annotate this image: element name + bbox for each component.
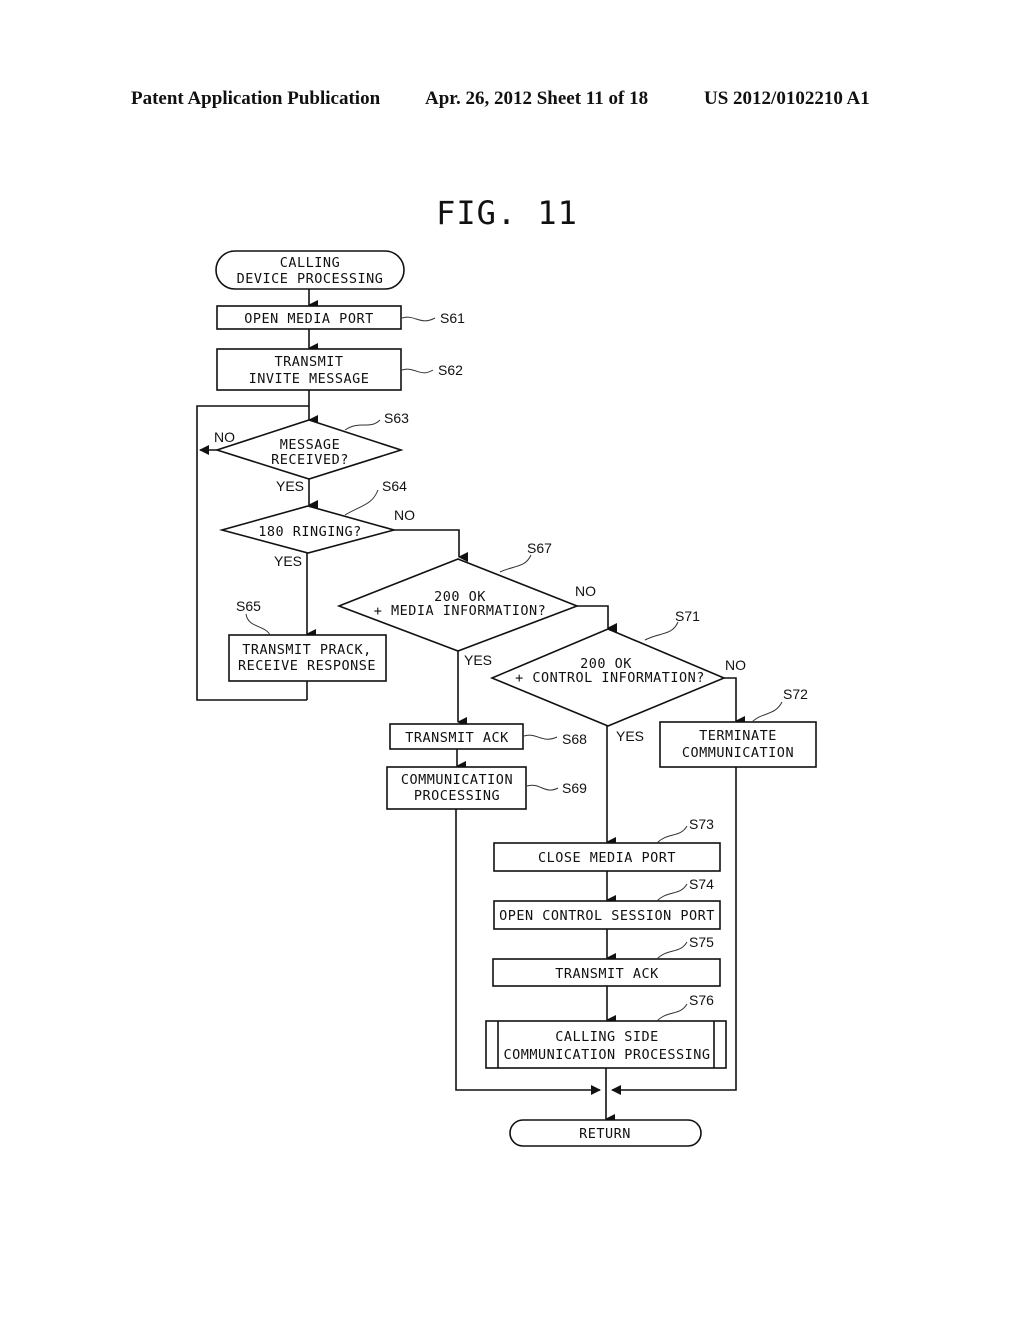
s67-step-id: S67 (527, 540, 552, 556)
s76-line-1: CALLING SIDE (555, 1029, 659, 1045)
end-label: RETURN (579, 1126, 631, 1142)
step-s65-transmit-prack: TRANSMIT PRACK, RECEIVE RESPONSE (228, 634, 387, 682)
s69-line-2: PROCESSING (414, 788, 500, 804)
s63-line-2: RECEIVED? (271, 452, 349, 468)
s64-no-label: NO (394, 507, 415, 523)
decision-s63-message-received: MESSAGE RECEIVED? (214, 419, 404, 480)
step-s73-close-media-port: CLOSE MEDIA PORT (493, 842, 721, 872)
s67-no-label: NO (575, 583, 596, 599)
step-s69-communication-processing: COMMUNICATION PROCESSING (386, 766, 527, 810)
s64-step-id: S64 (382, 478, 407, 494)
step-s74-open-control-session-port: OPEN CONTROL SESSION PORT (493, 900, 721, 930)
decision-s64-180-ringing: 180 RINGING? (218, 505, 398, 554)
s65-step-id: S65 (236, 598, 261, 614)
step-s62-transmit-invite: TRANSMIT INVITE MESSAGE (216, 348, 402, 391)
decision-s71-200ok-control: 200 OK + CONTROL INFORMATION? (489, 628, 727, 727)
s75-label: TRANSMIT ACK (555, 966, 659, 982)
s68-label: TRANSMIT ACK (405, 730, 509, 746)
s71-no-label: NO (725, 657, 746, 673)
s61-step-id: S61 (440, 310, 465, 326)
s61-label: OPEN MEDIA PORT (244, 311, 373, 327)
s65-line-2: RECEIVE RESPONSE (238, 658, 376, 674)
s63-no-label: NO (214, 429, 235, 445)
s71-yes-label: YES (616, 728, 644, 744)
flowchart: CALLING DEVICE PROCESSING OPEN MEDIA POR… (196, 250, 817, 1147)
s71-line-2: + CONTROL INFORMATION? (515, 670, 705, 686)
s64-label: 180 RINGING? (258, 524, 362, 540)
s72-line-2: COMMUNICATION (682, 745, 794, 761)
s63-line-1: MESSAGE (280, 437, 340, 453)
start-line-1: CALLING (280, 255, 340, 271)
s73-step-id: S73 (689, 816, 714, 832)
s62-line-2: INVITE MESSAGE (249, 371, 370, 387)
step-s72-terminate-communication: TERMINATE COMMUNICATION (659, 721, 817, 768)
s76-line-2: COMMUNICATION PROCESSING (503, 1047, 710, 1063)
step-s68-transmit-ack: TRANSMIT ACK (389, 723, 524, 750)
s72-step-id: S72 (783, 686, 808, 702)
s62-line-1: TRANSMIT (274, 354, 343, 370)
s74-label: OPEN CONTROL SESSION PORT (499, 908, 715, 924)
start-line-2: DEVICE PROCESSING (237, 271, 384, 287)
s64-yes-label: YES (274, 553, 302, 569)
s73-label: CLOSE MEDIA PORT (538, 850, 676, 866)
s63-yes-label: YES (276, 478, 304, 494)
s63-step-id: S63 (384, 410, 409, 426)
s67-line-2: + MEDIA INFORMATION? (374, 603, 547, 619)
step-s61-open-media-port: OPEN MEDIA PORT (216, 305, 402, 330)
s75-step-id: S75 (689, 934, 714, 950)
s68-step-id: S68 (562, 731, 587, 747)
s76-step-id: S76 (689, 992, 714, 1008)
s69-step-id: S69 (562, 780, 587, 796)
step-s75-transmit-ack: TRANSMIT ACK (492, 958, 721, 987)
s67-yes-label: YES (464, 652, 492, 668)
s72-line-1: TERMINATE (699, 728, 777, 744)
step-s76-calling-side-communication-processing: CALLING SIDE COMMUNICATION PROCESSING (485, 1020, 727, 1069)
s74-step-id: S74 (689, 876, 714, 892)
s65-line-1: TRANSMIT PRACK, (242, 642, 371, 658)
s69-line-1: COMMUNICATION (401, 772, 513, 788)
start-terminator: CALLING DEVICE PROCESSING (215, 250, 405, 290)
end-terminator: RETURN (509, 1119, 702, 1147)
s71-step-id: S71 (675, 608, 700, 624)
s62-step-id: S62 (438, 362, 463, 378)
